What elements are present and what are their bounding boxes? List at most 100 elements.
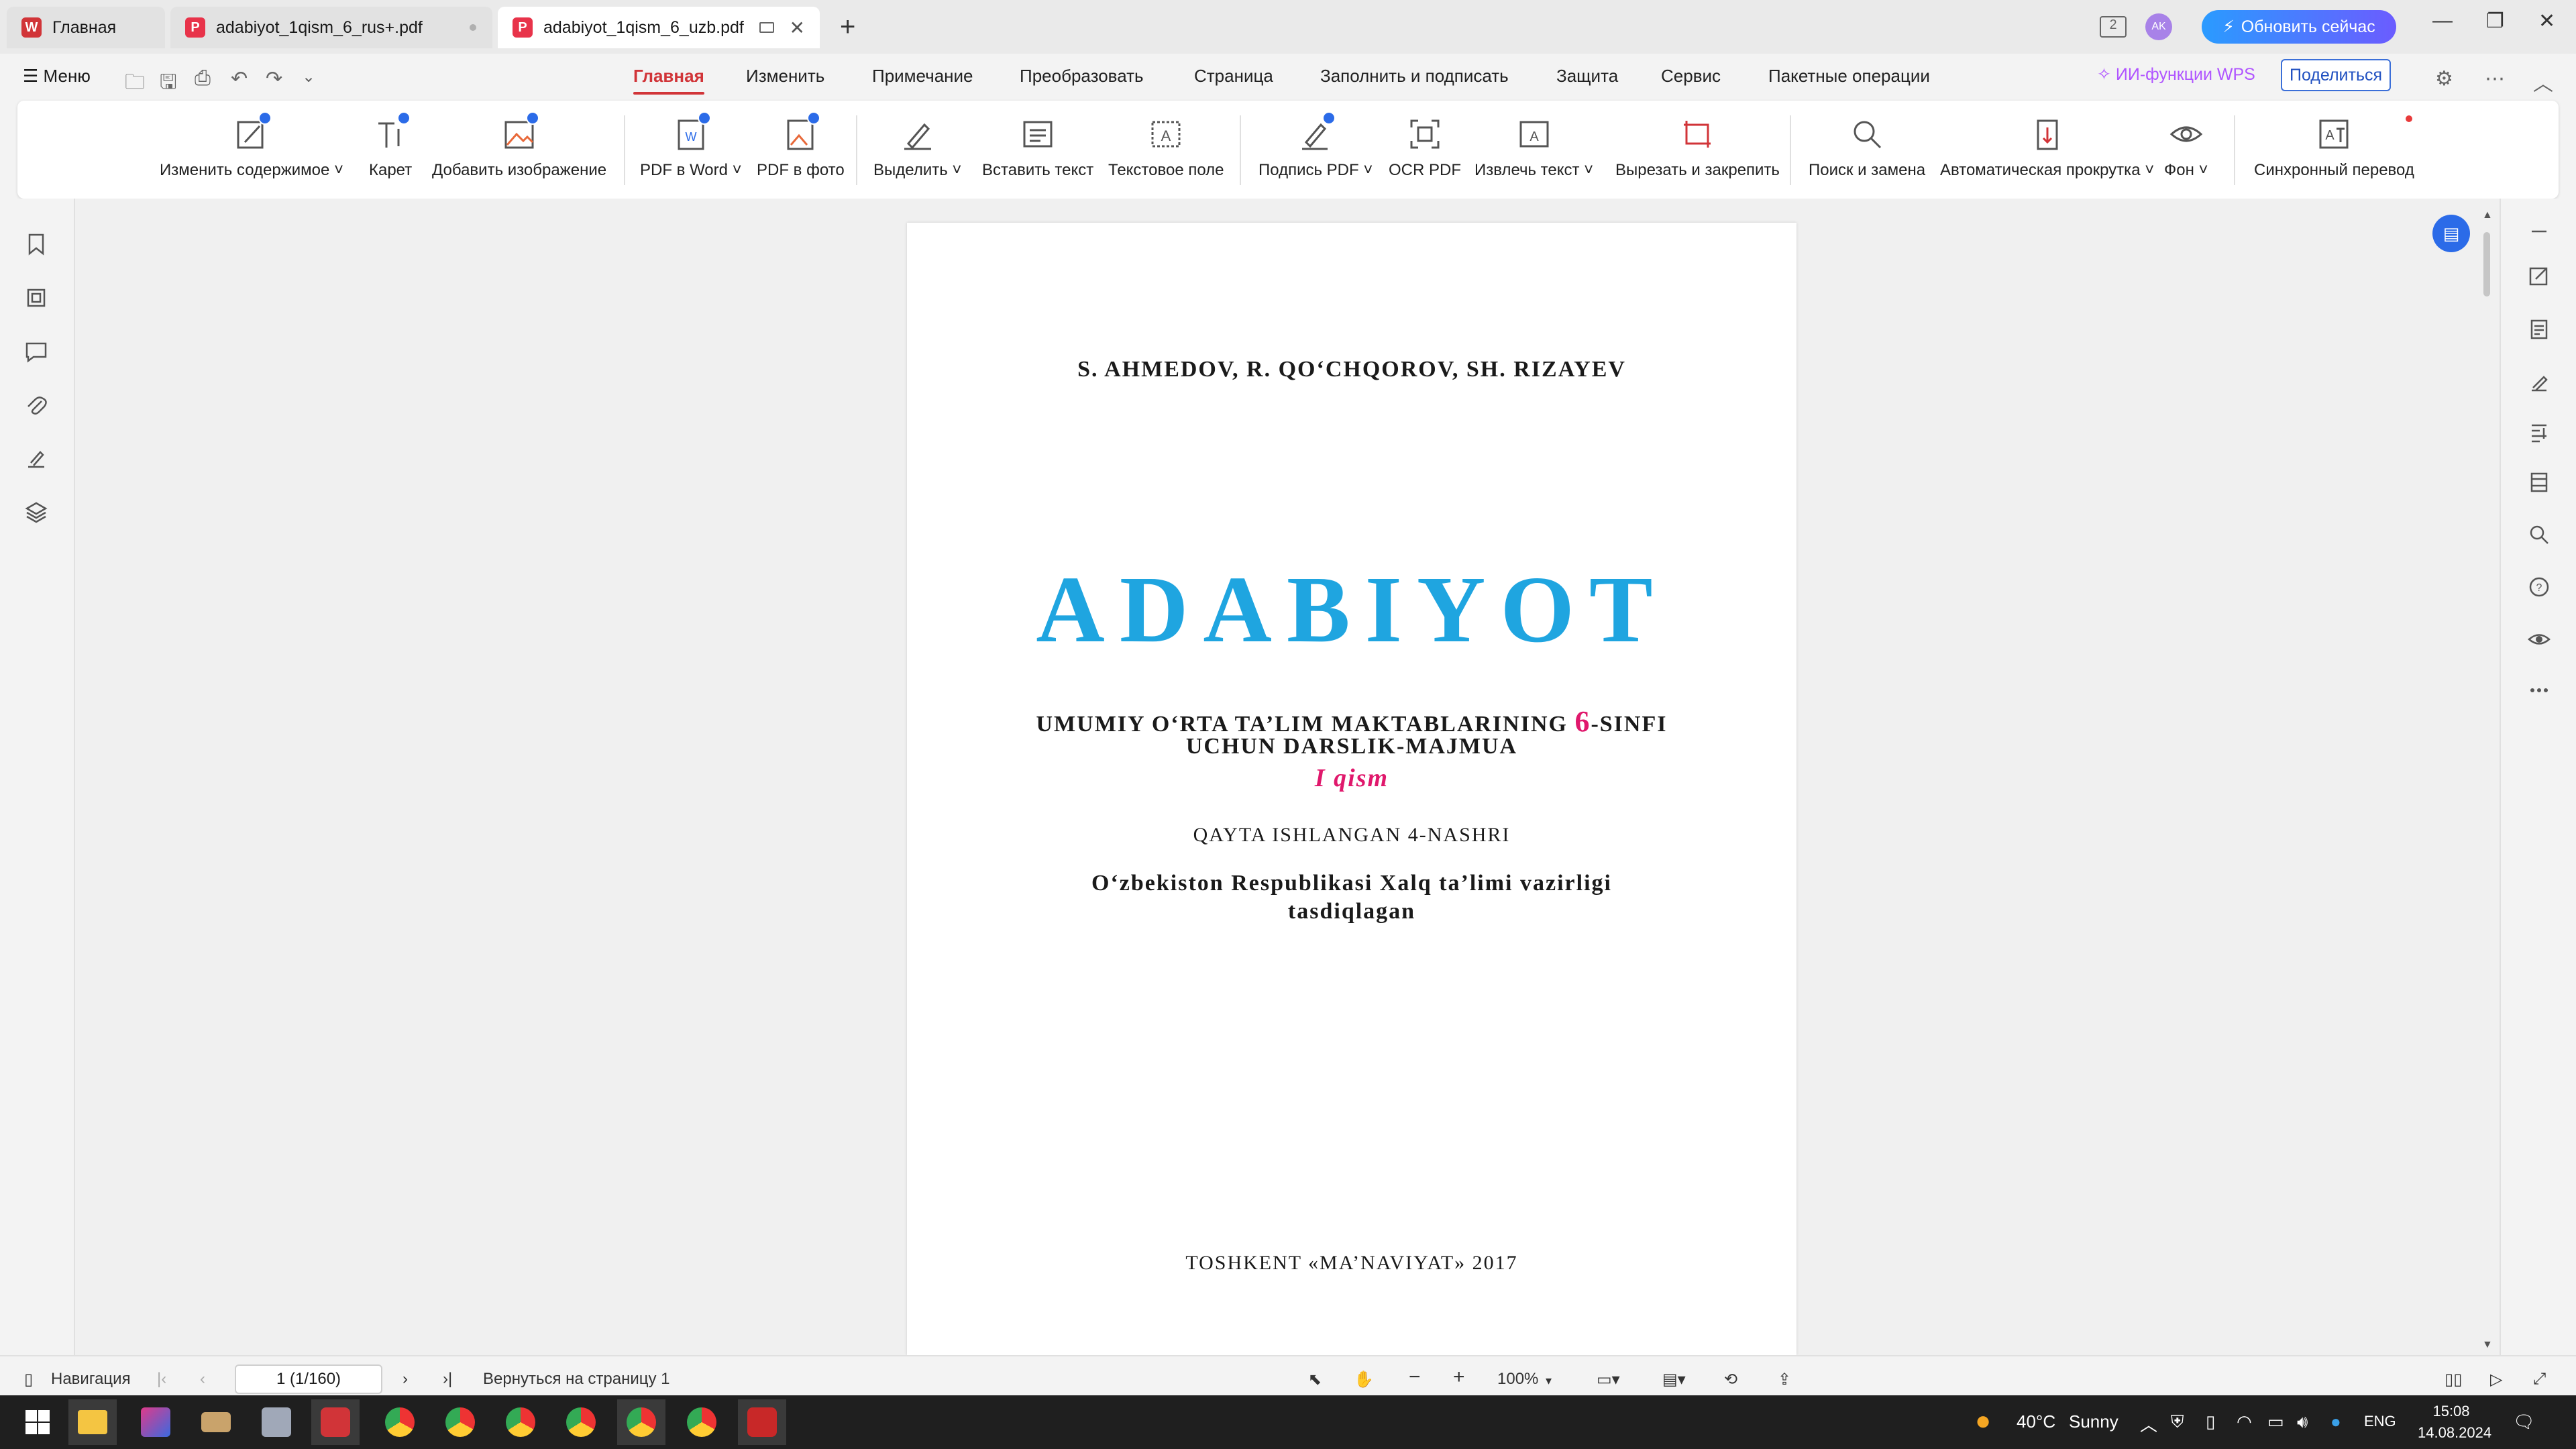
main-menu-button[interactable]: ☰ Меню [23,66,91,87]
new-tab-button[interactable]: + [840,12,855,42]
start-button[interactable] [13,1399,62,1445]
collapse-ribbon-icon[interactable]: ︿ [2533,67,2553,97]
task-window-icon[interactable]: 2 [2100,16,2127,38]
navigation-panel-icon[interactable]: ▯ [24,1370,33,1389]
page-number-input[interactable]: 1 (1/160) [235,1364,382,1394]
tab-document-rus[interactable]: P adabiyot_1qism_6_rus+.pdf [170,7,492,48]
sync-translate-button[interactable]: A Синхронный перевод [2254,101,2414,199]
document-viewport[interactable]: S. AHMEDOV, R. QO‘CHQOROV, SH. RIZAYEV A… [75,199,2500,1355]
menu-edit[interactable]: Изменить [746,66,824,87]
menu-fill-sign[interactable]: Заполнить и подписать [1320,66,1509,87]
usb-icon[interactable]: ▯ [2206,1411,2215,1432]
chevron-down-icon[interactable]: ▾ [1546,1374,1552,1388]
taskbar-chrome[interactable] [376,1399,424,1445]
upgrade-now-button[interactable]: ⚡ Обновить сейчас [2202,10,2396,44]
film-icon[interactable] [2526,470,2552,495]
print-icon[interactable]: ⎙ [195,67,211,90]
weather-condition[interactable]: Sunny [2069,1411,2118,1432]
play-icon[interactable]: ▷ [2490,1370,2502,1389]
ai-features-button[interactable]: ✧ ИИ-функции WPS [2097,64,2255,85]
display-icon[interactable]: ▭ [2267,1411,2284,1432]
background-button[interactable]: Фон ˅ [2164,101,2208,199]
edit-content-button[interactable]: Изменить содержимое ˅ [160,101,343,199]
scroll-down-arrow-icon[interactable]: ▼ [2482,1339,2493,1351]
menu-comment[interactable]: Примечание [872,66,973,87]
sign-pen-icon[interactable] [2526,370,2552,396]
taskbar-chrome[interactable] [557,1399,605,1445]
more-options-icon[interactable] [2526,678,2552,703]
signature-stamp-icon[interactable] [23,445,50,472]
minimize-button[interactable]: — [2432,9,2453,32]
redo-icon[interactable]: ↷ [266,67,282,91]
taskbar-file-explorer[interactable] [68,1399,117,1445]
help-icon[interactable]: ? [2526,574,2552,600]
ocr-button[interactable]: OCR PDF [1389,101,1461,199]
share-button[interactable]: Поделиться [2281,59,2391,91]
close-window-button[interactable]: ✕ [2538,9,2555,33]
menu-protect[interactable]: Защита [1556,66,1618,87]
edit-note-icon[interactable] [2526,263,2552,288]
highlight-button[interactable]: Выделить ˅ [873,101,961,199]
tab-home[interactable]: W Главная [7,7,165,48]
chevron-down-icon[interactable]: ⌄ [302,67,315,87]
layers-icon[interactable] [23,499,50,526]
view-mode-icon[interactable]: ▤▾ [1662,1370,1686,1389]
taskbar-chrome[interactable] [436,1399,484,1445]
menu-batch[interactable]: Пакетные операции [1768,66,1930,87]
menu-home[interactable]: Главная [633,66,704,95]
hand-tool-icon[interactable]: ✋ [1354,1370,1374,1389]
taskbar-chrome[interactable] [496,1399,545,1445]
bookmark-icon[interactable] [23,231,50,258]
pdf-to-word-button[interactable]: W PDF в Word ˅ [640,101,742,199]
undo-icon[interactable]: ↶ [231,67,248,91]
thumbnails-icon[interactable] [23,284,50,311]
select-cursor-icon[interactable]: ⬉ [1308,1370,1322,1389]
save-icon[interactable]: 🖫 [160,67,177,101]
weather-temperature[interactable]: 40°C [2017,1411,2055,1432]
weather-sun-icon[interactable]: ● [1975,1406,1991,1436]
comment-icon[interactable] [23,338,50,365]
previous-page-icon[interactable]: ‹ [200,1370,205,1389]
add-image-button[interactable]: Добавить изображение [432,101,606,199]
menu-convert[interactable]: Преобразовать [1020,66,1144,87]
next-page-icon[interactable]: › [402,1370,408,1389]
page-layout-icon[interactable]: ▭▾ [1597,1370,1620,1389]
taskbar-app[interactable] [192,1399,240,1445]
taskbar-wps[interactable] [311,1399,360,1445]
search-icon[interactable] [2526,522,2552,547]
notifications-icon[interactable]: 🗨︎ [2513,1411,2535,1432]
menu-tools[interactable]: Сервис [1661,66,1721,87]
last-page-icon[interactable]: ›| [443,1370,452,1389]
first-page-icon[interactable]: |‹ [157,1370,166,1389]
scrollbar-thumb[interactable] [2483,232,2490,297]
export-icon[interactable]: ⇪ [1778,1370,1791,1389]
pdf-signature-button[interactable]: Подпись PDF ˅ [1258,101,1373,199]
avatar[interactable]: AK [2145,13,2172,40]
pdf-to-image-button[interactable]: PDF в фото [757,101,845,199]
close-tab-icon[interactable]: ✕ [790,17,805,39]
minimize-panel-icon[interactable] [2526,219,2552,244]
attachment-icon[interactable] [23,392,50,419]
restore-button[interactable]: ❐ [2486,9,2504,33]
extract-text-button[interactable]: A Извлечь текст ˅ [1474,101,1593,199]
cut-pin-button[interactable]: Вырезать и закрепить [1615,101,1780,199]
compare-icon[interactable] [2526,420,2552,445]
settings-icon[interactable]: ⚙ [2435,67,2453,91]
zoom-out-icon[interactable]: − [1409,1366,1421,1389]
taskbar-app[interactable] [131,1399,180,1445]
reading-mode-icon[interactable]: ▯▯ [2445,1370,2462,1389]
insert-text-button[interactable]: Вставить текст [982,101,1093,199]
fullscreen-icon[interactable]: ⤢ [2533,1370,2546,1389]
caret-button[interactable]: Карет [369,101,412,199]
scroll-up-arrow-icon[interactable]: ▲ [2482,209,2493,221]
open-folder-icon[interactable]: 🗀 [125,67,145,101]
rotate-icon[interactable]: ⟲ [1724,1370,1737,1389]
floating-tool-button[interactable]: ▤ [2432,215,2470,252]
auto-scroll-button[interactable]: Автоматическая прокрутка ˅ [1940,101,2154,199]
menu-page[interactable]: Страница [1194,66,1273,87]
monitor-icon[interactable] [759,22,774,33]
text-box-button[interactable]: A Текстовое поле [1108,101,1224,199]
network-icon[interactable]: ◠ [2237,1411,2252,1432]
security-icon[interactable]: ⛨ [2171,1411,2184,1433]
return-to-page-link[interactable]: Вернуться на страницу 1 [483,1370,670,1389]
